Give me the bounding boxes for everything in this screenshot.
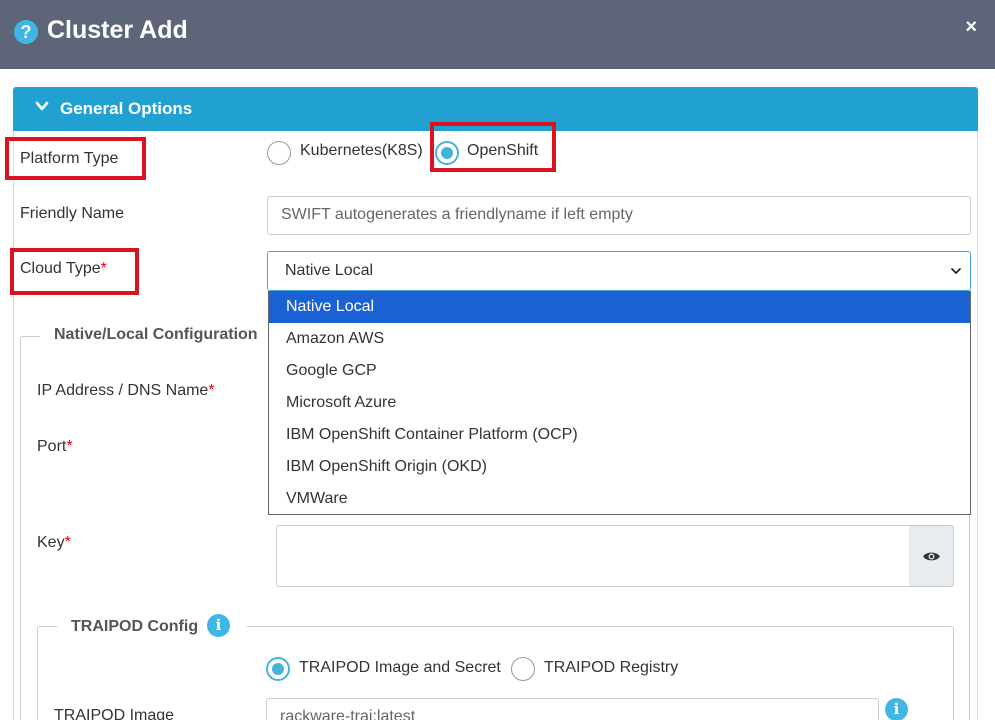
radio-kubernetes[interactable]	[267, 141, 291, 165]
native-config-legend: Native/Local Configuration	[40, 326, 272, 344]
required-mark: *	[64, 534, 71, 551]
required-mark: *	[66, 438, 73, 455]
radio-openshift[interactable]	[435, 141, 459, 165]
radio-traipod-registry[interactable]	[511, 657, 535, 681]
key-input[interactable]	[276, 525, 910, 587]
cloud-type-option[interactable]: IBM OpenShift Origin (OKD)	[269, 451, 970, 483]
cloud-type-option[interactable]: Google GCP	[269, 355, 970, 387]
cloud-type-label: Cloud Type*	[20, 260, 107, 278]
cloud-type-label-text: Cloud Type	[20, 260, 101, 277]
dialog-title: Cluster Add	[47, 16, 188, 44]
cloud-type-option[interactable]: Microsoft Azure	[269, 387, 970, 419]
radio-traipod-registry-label[interactable]: TRAIPOD Registry	[544, 659, 678, 677]
radio-openshift-label[interactable]: OpenShift	[467, 142, 538, 160]
radio-kubernetes-label[interactable]: Kubernetes(K8S)	[300, 142, 423, 160]
help-icon[interactable]: ?	[14, 20, 38, 44]
cloud-type-option[interactable]: Native Local	[269, 291, 970, 323]
eye-icon	[923, 552, 940, 561]
show-key-button[interactable]	[909, 525, 954, 587]
key-label-text: Key	[37, 534, 65, 551]
chevron-down-icon	[951, 268, 961, 274]
ip-address-label: IP Address / DNS Name*	[37, 382, 215, 400]
port-label-text: Port	[37, 438, 67, 455]
traipod-image-input[interactable]: rackware-trai:latest	[266, 698, 879, 720]
friendly-name-label: Friendly Name	[20, 205, 125, 222]
cloud-type-option[interactable]: IBM OpenShift Container Platform (OCP)	[269, 419, 970, 451]
info-icon[interactable]: i	[207, 614, 230, 637]
platform-type-label: Platform Type	[20, 150, 119, 167]
cloud-type-dropdown: Native Local Amazon AWS Google GCP Micro…	[268, 291, 971, 515]
cloud-type-option[interactable]: VMWare	[269, 483, 970, 515]
key-label: Key*	[37, 534, 71, 552]
required-mark: *	[100, 260, 107, 277]
chevron-down-icon	[35, 101, 49, 111]
radio-traipod-image-label[interactable]: TRAIPOD Image and Secret	[299, 659, 501, 677]
radio-traipod-image[interactable]	[266, 657, 290, 681]
traipod-image-label: TRAIPOD Image	[54, 707, 175, 720]
port-label: Port*	[37, 438, 73, 456]
cloud-type-option[interactable]: Amazon AWS	[269, 323, 970, 355]
ip-address-label-text: IP Address / DNS Name	[37, 382, 209, 399]
friendly-name-input[interactable]: SWIFT autogenerates a friendlyname if le…	[267, 196, 971, 235]
required-mark: *	[208, 382, 215, 399]
dialog-header: ? Cluster Add ×	[0, 0, 995, 69]
cloud-type-select[interactable]: Native Local	[267, 251, 971, 291]
info-icon[interactable]: i	[885, 698, 908, 720]
section-title: General Options	[60, 99, 193, 118]
close-icon[interactable]: ×	[965, 16, 977, 39]
cloud-type-value: Native Local	[285, 262, 374, 279]
